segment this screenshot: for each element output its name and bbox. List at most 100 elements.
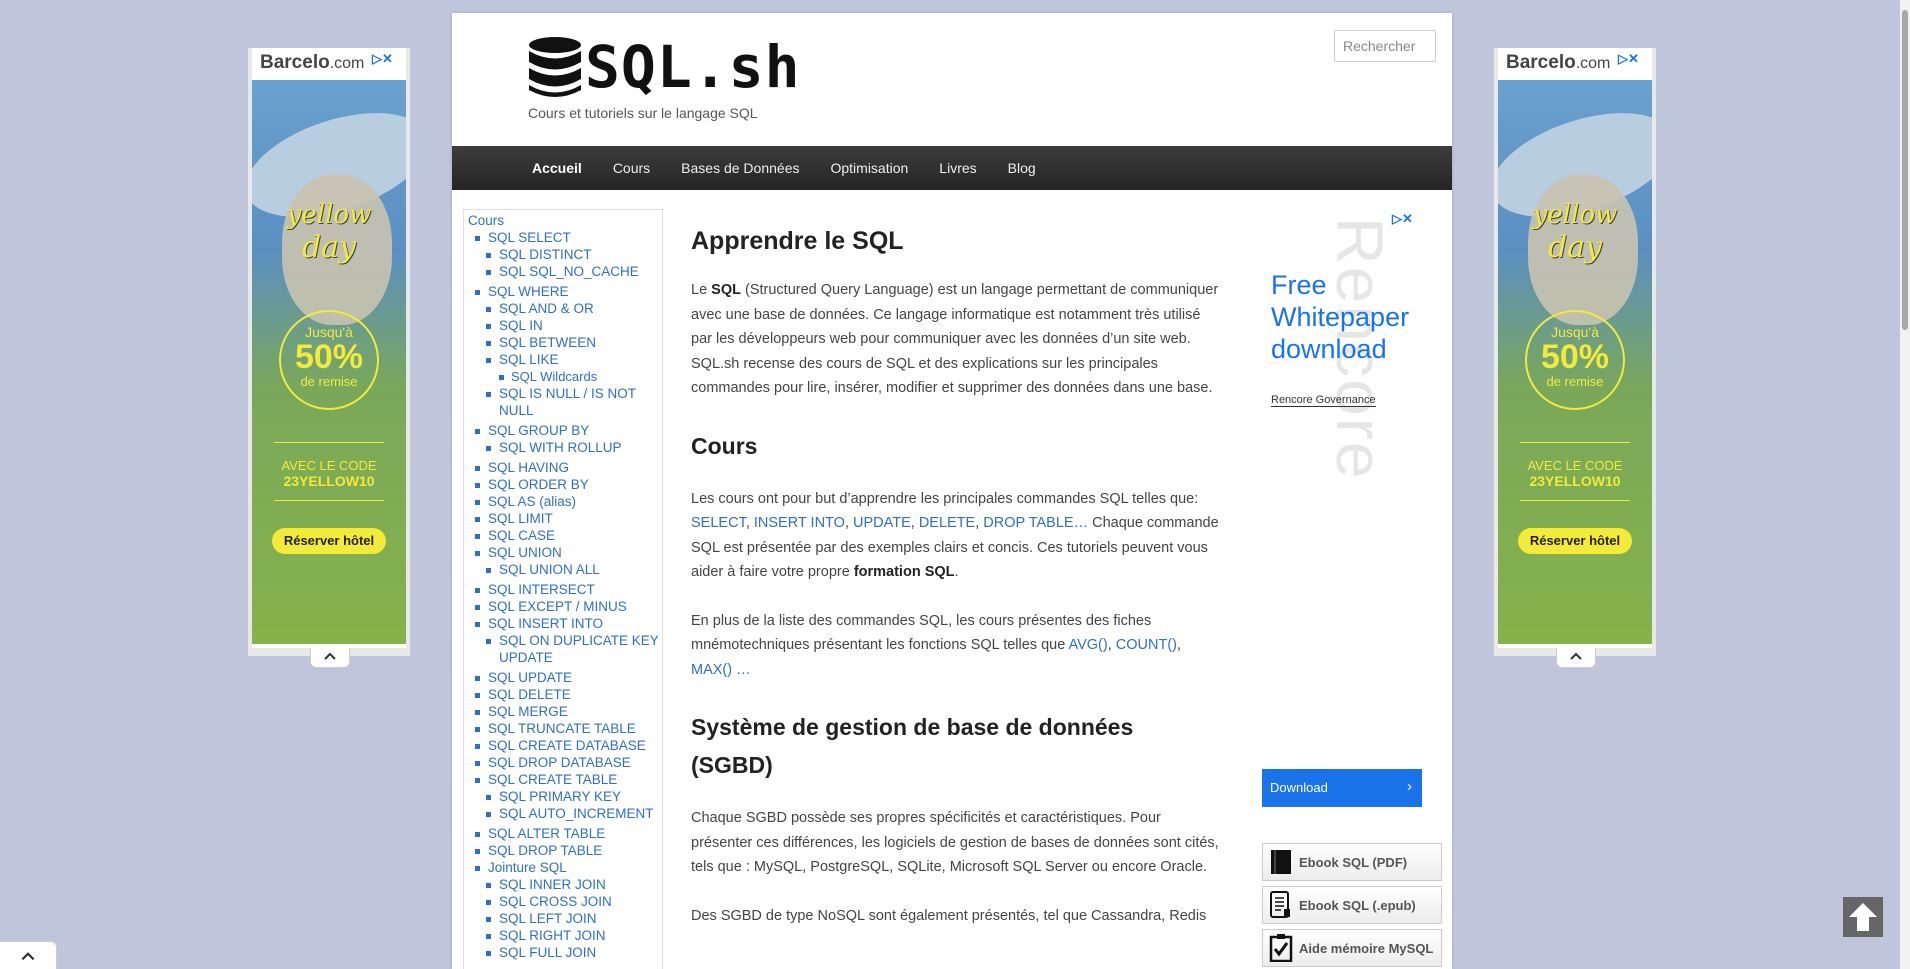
right-ad-banner[interactable]: Barcelo.com ▷✕ yellow day Jusqu'à 50% de… [1494, 48, 1656, 668]
adchoices-icon[interactable]: ▷✕ [1618, 51, 1639, 67]
sidebar-item-link[interactable]: SQL INNER JOIN [499, 877, 606, 892]
sidebar-item[interactable]: SQL EXCEPT / MINUS [468, 598, 662, 615]
adchoices-icon[interactable]: ▷✕ [1392, 211, 1413, 227]
sidebar-item-link[interactable]: SQL Wildcards [511, 369, 597, 384]
sidebar-item-link[interactable]: SQL AUTO_INCREMENT [499, 806, 654, 821]
sidebar-item[interactable]: SQL MERGE [468, 703, 662, 720]
adchoices-icon[interactable]: ▷✕ [372, 51, 393, 67]
ebook-epub-button[interactable]: Ebook SQL (.epub) [1262, 886, 1442, 924]
sidebar-item[interactable]: Jointure SQL [468, 859, 662, 876]
sidebar-item[interactable]: SQL INSERT INTO [468, 615, 662, 632]
sidebar-item-link[interactable]: SQL INTERSECT [488, 582, 595, 597]
sidebar-item[interactable]: SQL LEFT JOIN [468, 910, 662, 927]
sidebar-root-cours[interactable]: Cours [468, 212, 662, 229]
nav-bases-de-donnees[interactable]: Bases de Données [681, 160, 799, 176]
sidebar-item-link[interactable]: SQL HAVING [488, 460, 569, 475]
sidebar-item-link[interactable]: SQL DROP DATABASE [488, 755, 631, 770]
sidebar-item-link[interactable]: SQL LEFT JOIN [499, 911, 597, 926]
sidebar-item-link[interactable]: SQL CREATE TABLE [488, 772, 617, 787]
sidebar-item[interactable]: SQL INNER JOIN [468, 876, 662, 893]
sidebar-item[interactable]: SQL IS NULL / IS NOT NULL [468, 385, 662, 419]
sidebar-item[interactable]: SQL HAVING [468, 459, 662, 476]
sidebar-item-link[interactable]: SQL EXCEPT / MINUS [488, 599, 627, 614]
left-ad-banner[interactable]: Barcelo.com ▷✕ yellow day Jusqu'à 50% de… [248, 48, 410, 668]
sidebar-item-link[interactable]: SQL RIGHT JOIN [499, 928, 606, 943]
sidebar-item-link[interactable]: SQL BETWEEN [499, 335, 596, 350]
sidebar-item[interactable]: SQL LIKE [468, 351, 662, 368]
inline-link[interactable]: SELECT [691, 515, 746, 531]
nav-accueil[interactable]: Accueil [532, 160, 582, 176]
sidebar-item-link[interactable]: SQL INSERT INTO [488, 616, 603, 631]
sidebar-item[interactable]: SQL LIMIT [468, 510, 662, 527]
sidebar-item-link[interactable]: Jointure SQL [488, 860, 567, 875]
sidebar-item[interactable]: SQL UPDATE [468, 669, 662, 686]
sidebar-item[interactable]: SQL PRIMARY KEY [468, 788, 662, 805]
sidebar-item[interactable]: SQL AND & OR [468, 300, 662, 317]
inline-link[interactable]: INSERT INTO [754, 515, 845, 531]
sidebar-item[interactable]: SQL UNION [468, 544, 662, 561]
scrollbar-thumb[interactable] [1902, 10, 1908, 330]
sidebar-ad[interactable]: Rencore ▷✕ Free Whitepaper download Renc… [1262, 209, 1422, 809]
inline-link[interactable]: DELETE [919, 515, 975, 531]
sidebar-item[interactable]: SQL DISTINCT [468, 246, 662, 263]
sidebar-item-link[interactable]: SQL DROP TABLE [488, 843, 602, 858]
sidebar-item[interactable]: SQL GROUP BY [468, 422, 662, 439]
bottom-ad-collapse-button[interactable] [0, 941, 57, 969]
sidebar-item-link[interactable]: SQL CROSS JOIN [499, 894, 612, 909]
sidebar-item-link[interactable]: SQL LIKE [499, 352, 559, 367]
inline-link[interactable]: DROP TABLE [983, 515, 1073, 531]
nav-optimisation[interactable]: Optimisation [830, 160, 908, 176]
sidebar-item[interactable]: SQL AS (alias) [468, 493, 662, 510]
search-input[interactable] [1334, 30, 1436, 62]
sidebar-item-link[interactable]: SQL UPDATE [488, 670, 572, 685]
inline-link[interactable]: AVG() [1069, 637, 1108, 653]
inline-link[interactable]: … [732, 662, 751, 678]
sidebar-item-link[interactable]: SQL WHERE [488, 284, 569, 299]
page-scrollbar[interactable] [1900, 0, 1910, 969]
sidebar-item[interactable]: SQL ORDER BY [468, 476, 662, 493]
sidebar-item[interactable]: SQL CROSS JOIN [468, 893, 662, 910]
collapse-ad-button[interactable] [1556, 648, 1596, 668]
sidebar-item-link[interactable]: SQL AS (alias) [488, 494, 576, 509]
sidebar-item-link[interactable]: SQL ON DUPLICATE KEY UPDATE [499, 633, 659, 665]
sidebar-item-link[interactable]: SQL SELECT [488, 230, 571, 245]
nav-cours[interactable]: Cours [613, 160, 650, 176]
inline-link[interactable]: UPDATE [853, 515, 911, 531]
sidebar-item[interactable]: SQL RIGHT JOIN [468, 927, 662, 944]
sidebar-item-link[interactable]: SQL UNION [488, 545, 562, 560]
book-hotel-button[interactable]: Réserver hôtel [272, 528, 386, 554]
sidebar-item-link[interactable]: SQL IN [499, 318, 543, 333]
inline-link[interactable]: COUNT() [1116, 637, 1177, 653]
ad-download-button[interactable]: Download › [1262, 769, 1422, 807]
sidebar-item[interactable]: SQL BETWEEN [468, 334, 662, 351]
sidebar-item[interactable]: SQL INTERSECT [468, 581, 662, 598]
sidebar-item-link[interactable]: SQL MERGE [488, 704, 568, 719]
sidebar-item-link[interactable]: SQL ORDER BY [488, 477, 589, 492]
cheatsheet-mysql-button[interactable]: Aide mémoire MySQL [1262, 929, 1442, 967]
sidebar-item[interactable]: SQL AUTO_INCREMENT [468, 805, 662, 822]
collapse-ad-button[interactable] [310, 648, 350, 668]
inline-link[interactable]: MAX() [691, 662, 732, 678]
banner-ad-content[interactable]: Barcelo.com ▷✕ yellow day Jusqu'à 50% de… [1498, 48, 1652, 648]
sidebar-item-link[interactable]: SQL AND & OR [499, 301, 594, 316]
sidebar-item-link[interactable]: SQL UNION ALL [499, 562, 600, 577]
sidebar-item[interactable]: SQL CASE [468, 527, 662, 544]
sidebar-item-link[interactable]: SQL ALTER TABLE [488, 826, 605, 841]
sidebar-item[interactable]: SQL TRUNCATE TABLE [468, 720, 662, 737]
sidebar-item[interactable]: SQL ALTER TABLE [468, 825, 662, 842]
sidebar-item[interactable]: SQL SQL_NO_CACHE [468, 263, 662, 280]
sidebar-item[interactable]: SQL UNION ALL [468, 561, 662, 578]
banner-ad-content[interactable]: Barcelo.com ▷✕ yellow day Jusqu'à 50% de… [252, 48, 406, 648]
ad-headline[interactable]: Free Whitepaper download [1271, 269, 1422, 365]
nav-livres[interactable]: Livres [939, 160, 976, 176]
ebook-pdf-button[interactable]: Ebook SQL (PDF) [1262, 843, 1442, 881]
sidebar-item[interactable]: SQL ON DUPLICATE KEY UPDATE [468, 632, 662, 666]
sidebar-item-link[interactable]: SQL TRUNCATE TABLE [488, 721, 636, 736]
sidebar-item-link[interactable]: SQL IS NULL / IS NOT NULL [499, 386, 636, 418]
sidebar-item[interactable]: SQL DELETE [468, 686, 662, 703]
inline-link[interactable]: … [1074, 515, 1089, 531]
sidebar-item-link[interactable]: SQL CASE [488, 528, 555, 543]
sidebar-item-link[interactable]: SQL DISTINCT [499, 247, 592, 262]
sidebar-item-link[interactable]: SQL FULL JOIN [499, 945, 596, 960]
sidebar-item[interactable]: SQL FULL JOIN [468, 944, 662, 961]
